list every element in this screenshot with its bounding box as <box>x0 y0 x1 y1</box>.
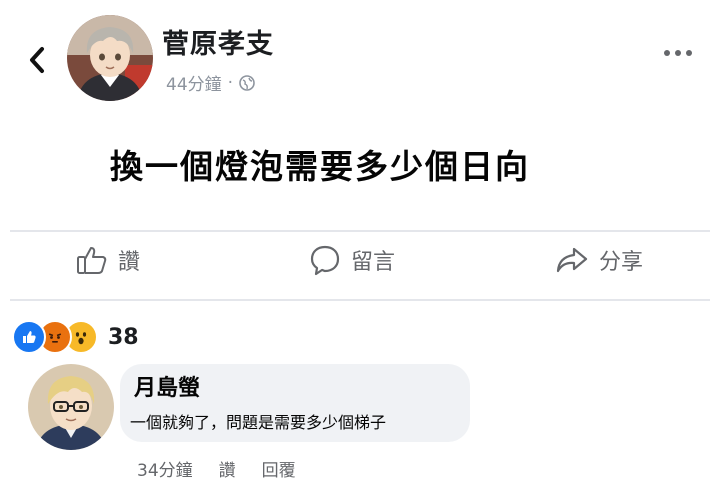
poster-name[interactable]: 菅原孝支 <box>162 22 274 61</box>
reaction-count: 38 <box>108 324 139 350</box>
comment-bubble: 月島螢 一個就夠了，問題是需要多少個梯子 <box>120 364 470 442</box>
thumbs-up-icon <box>77 247 107 274</box>
commenter-avatar[interactable] <box>28 364 114 450</box>
globe-icon <box>239 74 255 91</box>
comment-meta: 34分鐘 讚 回覆 <box>137 456 296 481</box>
more-options-icon[interactable] <box>664 50 692 56</box>
share-icon <box>556 247 588 273</box>
comment-text: 一個就夠了，問題是需要多少個梯子 <box>130 413 387 432</box>
comment-time[interactable]: 34分鐘 <box>137 456 193 481</box>
divider-bottom <box>10 299 710 301</box>
post-text: 換一個燈泡需要多少個日向 <box>110 147 530 186</box>
divider-top <box>10 230 710 232</box>
comment-like-button[interactable]: 讚 <box>219 456 236 481</box>
comment-label: 留言 <box>351 250 396 275</box>
back-button[interactable] <box>22 42 52 78</box>
commenter-name[interactable]: 月島螢 <box>134 370 200 402</box>
meta-separator: · <box>227 72 234 93</box>
chevron-left-icon <box>30 47 44 73</box>
share-label: 分享 <box>599 250 644 275</box>
comment-reply-button[interactable]: 回覆 <box>262 456 296 481</box>
reactions-summary[interactable]: 38 <box>12 320 139 354</box>
post-meta: 44分鐘 · <box>166 70 255 95</box>
poster-avatar[interactable] <box>67 15 153 101</box>
post-actions-bar: 讚 留言 分享 <box>0 238 720 294</box>
like-button[interactable]: 讚 <box>76 244 140 276</box>
share-button[interactable]: 分享 <box>555 244 643 276</box>
like-label: 讚 <box>118 250 141 275</box>
comment-icon <box>310 245 340 276</box>
like-reaction-icon <box>12 320 46 354</box>
comment-button[interactable]: 留言 <box>309 244 395 276</box>
post-time[interactable]: 44分鐘 <box>166 70 222 95</box>
